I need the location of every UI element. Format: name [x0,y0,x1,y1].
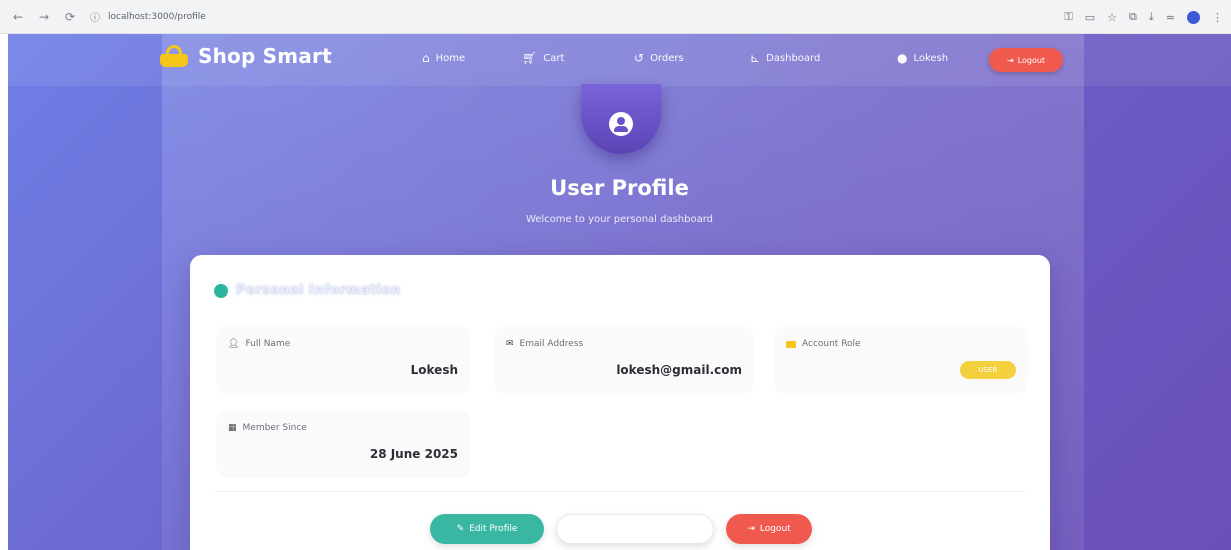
nav-dashboard-label: Dashboard [766,52,821,64]
role-badge: USER [960,361,1016,379]
field-email: ✉ Email Address lokesh@gmail.com [496,327,752,391]
menu-kebab-icon[interactable]: ⋮ [1212,11,1223,24]
shopping-basket-icon [160,45,188,67]
cast-icon[interactable]: ▭ [1085,11,1095,24]
email-label: Email Address [519,339,584,349]
top-navbar: Shop Smart ⌂ Home 🛒︎ Cart ↺ Orders ⊾ Das… [8,34,1231,86]
back-icon[interactable]: ← [10,9,26,25]
divider [214,491,1026,492]
address-bar[interactable]: ⓘ localhost:3000/profile [90,6,206,28]
reload-icon[interactable]: ⟳ [62,9,78,25]
cart-icon: 🛒︎ [522,51,538,65]
logout-icon: ⇥ [747,524,755,534]
browser-profile-avatar[interactable] [1187,10,1200,24]
extensions-icon[interactable]: ⧉ [1129,10,1137,24]
bookmark-star-icon[interactable]: ☆ [1107,11,1117,24]
logout-button[interactable]: ⇥ Logout [726,514,812,544]
brand-name: Shop Smart [198,44,332,68]
nav-user-label: Lokesh [913,52,949,64]
download-icon[interactable]: ⤓ [1149,10,1154,24]
browser-toolbar: ← → ⟳ ⓘ localhost:3000/profile ⚿ ▭ ☆ ⧉ ⤓… [0,0,1231,34]
nav-home[interactable]: ⌂ Home [422,52,465,64]
section-heading: Personal Information [214,283,401,298]
dashboard-icon: ⊾ [750,51,761,65]
field-account-role: Account Role USER [776,327,1026,391]
field-member-since: ▦ Member Since 28 June 2025 [218,411,468,475]
account-role-label: Account Role [802,339,861,349]
password-key-icon[interactable]: ⚿ [1064,10,1072,24]
full-name-label: Full Name [245,339,291,349]
browser-actions: ⚿ ▭ ☆ ⧉ ⤓ ≈ ⋮ [1064,0,1223,34]
profile-card: Personal Information 👤︎ Full Name Lokesh… [190,255,1050,550]
user-avatar-icon [609,112,633,136]
url-text: localhost:3000/profile [108,11,206,22]
site-info-icon[interactable]: ⓘ [90,9,100,24]
member-since-value: 28 June 2025 [369,447,458,461]
section-title: Personal Information [236,283,401,298]
email-value: lokesh@gmail.com [616,363,742,377]
logout-label: Logout [759,524,791,534]
orders-icon: ↺ [634,51,645,65]
navbar-logout-button[interactable]: ⇥ Logout [989,48,1063,72]
brand-logo-link[interactable]: Shop Smart [160,44,332,68]
envelope-icon: ✉ [506,339,514,349]
nav-cart[interactable]: 🛒︎ Cart [522,52,564,64]
translate-icon[interactable]: ≈ [1166,11,1175,24]
nav-orders-label: Orders [650,52,684,64]
nav-orders[interactable]: ↺ Orders [634,52,684,64]
nav-user[interactable]: ● Lokesh [897,52,948,64]
page-background: Shop Smart ⌂ Home 🛒︎ Cart ↺ Orders ⊾ Das… [8,34,1231,550]
blank-action-button[interactable] [556,514,714,544]
crown-icon [786,340,796,348]
field-full-name: 👤︎ Full Name Lokesh [218,327,468,391]
navbar-logout-label: Logout [1017,55,1046,65]
logout-icon: ⇥ [1006,55,1014,65]
info-circle-icon [214,283,228,298]
profile-avatar [581,84,661,154]
edit-profile-label: Edit Profile [469,524,518,534]
edit-profile-button[interactable]: ✎ Edit Profile [430,514,544,544]
full-name-value: Lokesh [410,363,458,377]
user-icon: ● [897,51,908,65]
member-since-label: Member Since [242,423,307,433]
page-title: User Profile [550,176,689,200]
calendar-icon: ▦ [228,423,237,433]
edit-icon: ✎ [456,524,465,534]
forward-icon[interactable]: → [36,9,52,25]
person-icon: 👤︎ [228,339,240,349]
nav-cart-label: Cart [543,52,565,64]
nav-home-label: Home [435,52,466,64]
nav-dashboard[interactable]: ⊾ Dashboard [750,52,820,64]
home-icon: ⌂ [422,51,430,65]
page-subtitle: Welcome to your personal dashboard [525,214,714,225]
